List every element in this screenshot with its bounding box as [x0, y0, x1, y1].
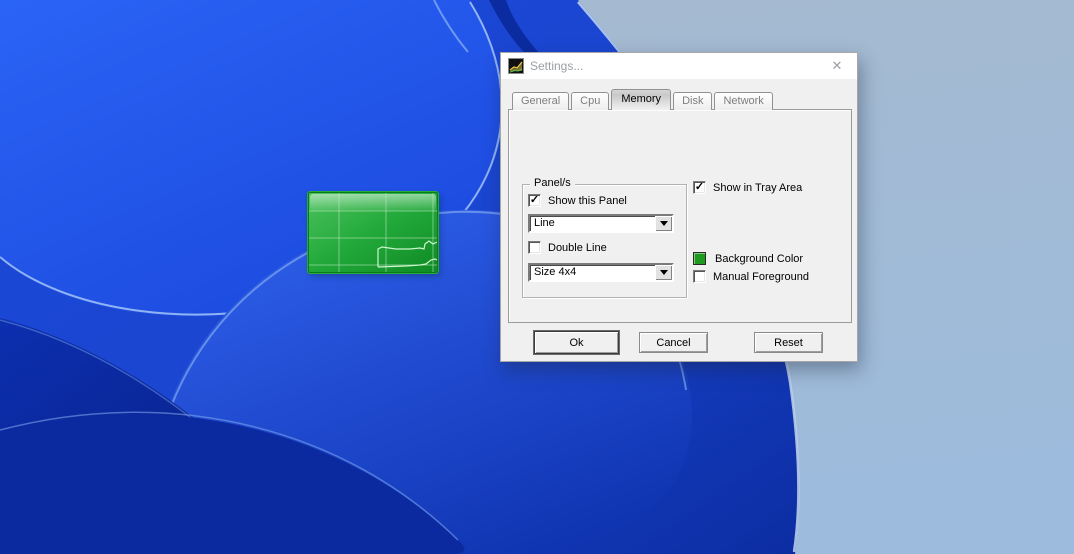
checkbox[interactable] [693, 270, 706, 283]
tab-memory[interactable]: Memory [611, 89, 672, 110]
memory-usage-line-lower [377, 258, 437, 268]
show-this-panel-checkbox[interactable]: ✓ Show this Panel [528, 194, 627, 207]
checkbox[interactable]: ✓ [693, 181, 706, 194]
background-color-row[interactable]: Background Color [693, 252, 803, 265]
show-this-panel-label: Show this Panel [548, 194, 627, 207]
memory-usage-line-upper [377, 240, 437, 267]
panel-style-select[interactable]: Line [528, 214, 674, 233]
show-in-tray-label: Show in Tray Area [713, 181, 803, 194]
dropdown-button[interactable] [655, 265, 672, 280]
gloss-highlight [310, 194, 436, 211]
manual-foreground-checkbox[interactable]: Manual Foreground [693, 270, 809, 283]
chevron-down-icon [659, 221, 668, 226]
background-color-swatch[interactable] [693, 252, 706, 265]
desktop: Settings... ✕ General Cpu Memory Disk Ne… [0, 0, 1074, 554]
chevron-down-icon [659, 270, 668, 275]
settings-dialog: Settings... ✕ General Cpu Memory Disk Ne… [500, 52, 858, 362]
ok-button[interactable]: Ok [534, 331, 619, 354]
memory-graph [309, 193, 437, 272]
double-line-checkbox[interactable]: Double Line [528, 241, 607, 254]
panel-group-title: Panel/s [530, 177, 575, 189]
double-line-label: Double Line [548, 241, 607, 254]
close-button[interactable]: ✕ [817, 53, 857, 79]
panel-size-select[interactable]: Size 4x4 [528, 263, 674, 282]
background-color-label: Background Color [715, 252, 804, 265]
titlebar[interactable]: Settings... ✕ [501, 53, 857, 79]
tab-network[interactable]: Network [714, 92, 773, 110]
tab-disk[interactable]: Disk [673, 92, 713, 110]
window-title: Settings... [530, 59, 584, 73]
reset-button[interactable]: Reset [754, 332, 823, 353]
app-chart-icon [508, 58, 524, 74]
memory-monitor-widget[interactable] [308, 192, 438, 273]
show-in-tray-checkbox[interactable]: ✓ Show in Tray Area [693, 181, 802, 194]
panel-style-value: Line [534, 217, 555, 229]
tab-bar: General Cpu Memory Disk Network [512, 89, 775, 110]
tab-general[interactable]: General [512, 92, 570, 110]
memory-tab-page: Panel/s ✓ Show this Panel Line Double Li… [508, 109, 852, 323]
checkbox[interactable]: ✓ [528, 194, 541, 207]
manual-foreground-label: Manual Foreground [713, 270, 810, 283]
panel-size-value: Size 4x4 [534, 266, 577, 278]
cancel-button[interactable]: Cancel [639, 332, 708, 353]
checkbox[interactable] [528, 241, 541, 254]
tab-cpu[interactable]: Cpu [571, 92, 610, 110]
dropdown-button[interactable] [655, 216, 672, 231]
close-icon: ✕ [831, 58, 843, 73]
